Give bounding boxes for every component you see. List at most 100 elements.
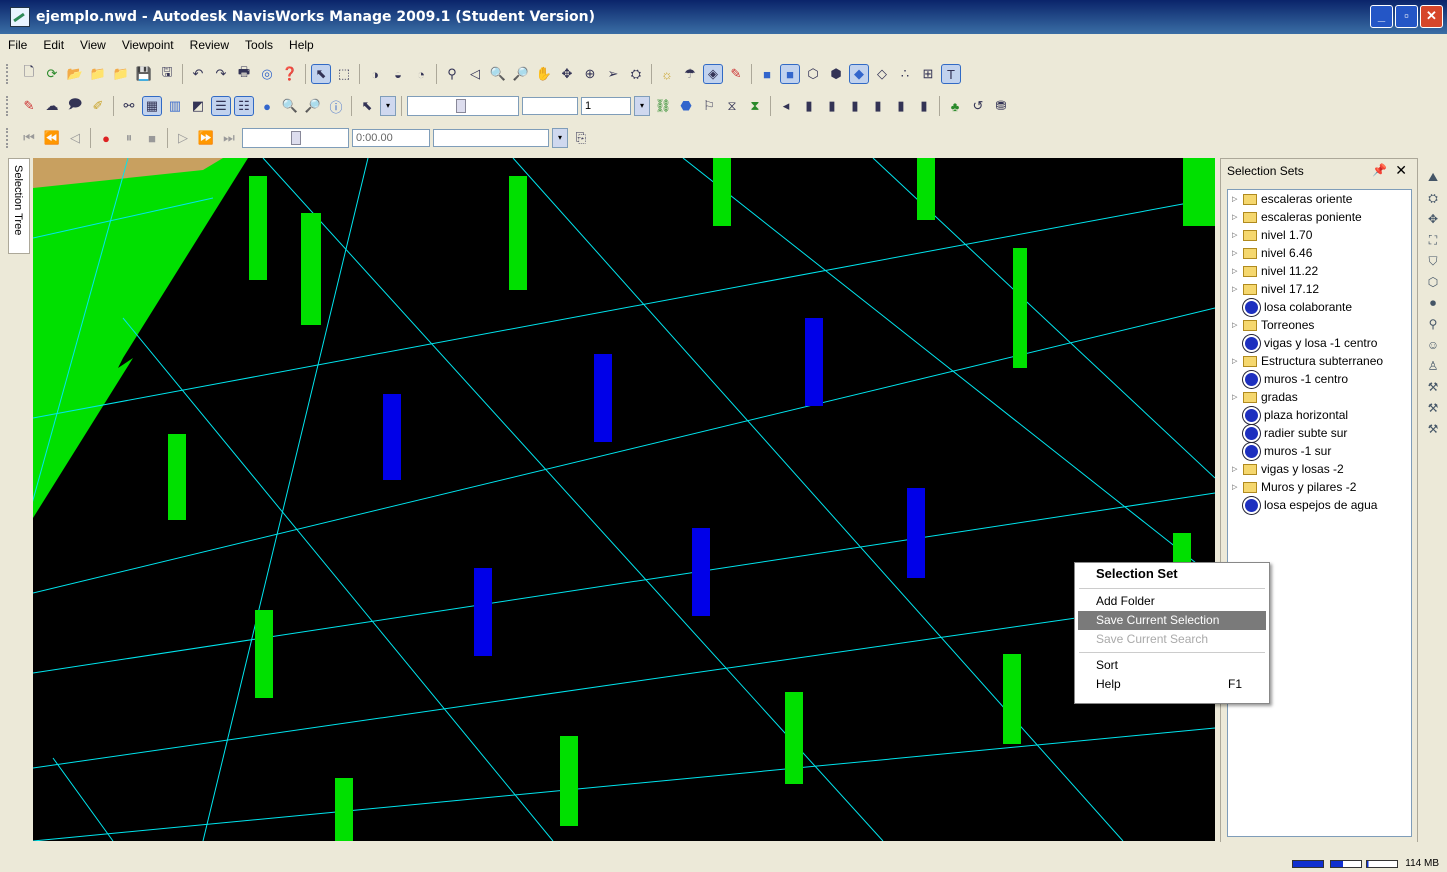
require-icon[interactable]: ◒ xyxy=(388,64,408,84)
selection-sets-icon[interactable]: ▦ xyxy=(142,96,162,116)
camera-icon[interactable]: ⎘ xyxy=(571,128,591,148)
pin-icon[interactable]: 📌 xyxy=(1372,163,1387,177)
collision-icon[interactable]: ↺ xyxy=(968,96,988,116)
selection-set-item[interactable]: ▷ gradas xyxy=(1228,388,1411,406)
selection-set-item[interactable]: ▷ vigas y losas -2 xyxy=(1228,460,1411,478)
select-mode-dropdown[interactable]: ▾ xyxy=(380,96,396,116)
selection-inspector-icon[interactable]: ▥ xyxy=(165,96,185,116)
expand-icon[interactable]: ▷ xyxy=(1232,465,1240,473)
surfaces-icon[interactable]: ◆ xyxy=(849,64,869,84)
record-icon[interactable]: ● xyxy=(96,128,116,148)
lighting-icon[interactable]: ☼ xyxy=(657,64,677,84)
turntable-icon[interactable]: ⛭ xyxy=(626,64,646,84)
expand-icon[interactable]: ▷ xyxy=(1232,285,1240,293)
floor-view-icon[interactable]: ▮ xyxy=(845,96,865,116)
comments-icon[interactable]: ● xyxy=(257,96,277,116)
expand-icon[interactable]: ▷ xyxy=(1232,267,1240,275)
points-icon[interactable]: ∴ xyxy=(895,64,915,84)
side-view-icon[interactable]: ▮ xyxy=(891,96,911,116)
expand-icon[interactable]: ▷ xyxy=(1232,483,1240,491)
select-box-icon[interactable]: ⬚ xyxy=(334,64,354,84)
menu-help[interactable]: Help xyxy=(281,38,322,52)
selection-set-item[interactable]: ▷ Muros y pilares -2 xyxy=(1228,478,1411,496)
undo-icon[interactable]: ↶ xyxy=(188,64,208,84)
section-icon[interactable]: ◂ xyxy=(776,96,796,116)
ceiling-view-icon[interactable]: ▮ xyxy=(868,96,888,116)
hide-icon[interactable]: ◑ xyxy=(365,64,385,84)
selection-set-item[interactable]: plaza horizontal xyxy=(1228,406,1411,424)
refresh-icon[interactable]: ⟳ xyxy=(42,64,62,84)
save-current-selection-item[interactable]: Save Current Selection xyxy=(1078,611,1266,630)
timeliner-dock-icon[interactable]: ⚒ xyxy=(1424,401,1442,415)
merge-folder-icon[interactable]: 📁 xyxy=(88,64,108,84)
help-item[interactable]: Help F1 xyxy=(1075,675,1269,694)
select-mode-icon[interactable]: ⬉ xyxy=(357,96,377,116)
full-render-icon[interactable]: ■ xyxy=(757,64,777,84)
hidden-line-icon[interactable]: ⬢ xyxy=(826,64,846,84)
selection-set-item[interactable]: muros -1 centro xyxy=(1228,370,1411,388)
text-icon[interactable]: T xyxy=(941,64,961,84)
animator-dock-icon[interactable]: ⚒ xyxy=(1424,422,1442,436)
expand-icon[interactable]: ▷ xyxy=(1232,231,1240,239)
animation-combo[interactable] xyxy=(433,129,549,147)
clash-icon[interactable]: ⬣ xyxy=(676,96,696,116)
rewind-icon[interactable]: ⏮ xyxy=(19,128,39,148)
play-icon[interactable]: ▷ xyxy=(173,128,193,148)
close-button[interactable]: ✕ xyxy=(1420,5,1443,28)
lines-icon[interactable]: ◇ xyxy=(872,64,892,84)
shaded-icon[interactable]: ■ xyxy=(780,64,800,84)
stop-icon[interactable]: ■ xyxy=(142,128,162,148)
playback-slider[interactable] xyxy=(242,128,349,148)
find-items-icon[interactable]: ☰ xyxy=(211,96,231,116)
selection-set-item[interactable]: ▷ escaleras poniente xyxy=(1228,208,1411,226)
sort-item[interactable]: Sort xyxy=(1075,656,1269,675)
zoom-box-icon[interactable]: 🔎 xyxy=(511,64,531,84)
menu-file[interactable]: File xyxy=(0,38,35,52)
properties-icon[interactable]: ☷ xyxy=(234,96,254,116)
navigation-icon[interactable]: ⛰ xyxy=(1424,170,1442,184)
comment-icon[interactable]: 🗩 xyxy=(65,96,85,116)
selection-set-item[interactable]: ▷ nivel 17.12 xyxy=(1228,280,1411,298)
transparency-slider[interactable] xyxy=(407,96,519,116)
user-dock-icon[interactable]: ♙ xyxy=(1424,359,1442,373)
redline-pen-icon[interactable]: ✎ xyxy=(19,96,39,116)
info-icon[interactable]: ⓘ xyxy=(326,96,346,116)
examine-icon[interactable]: ⊕ xyxy=(580,64,600,84)
menu-review[interactable]: Review xyxy=(182,38,237,52)
value-field[interactable] xyxy=(522,97,578,115)
zoom-combo-input[interactable]: 1 xyxy=(581,97,631,115)
3d-viewport[interactable] xyxy=(33,158,1215,841)
headlight-icon[interactable]: ☂ xyxy=(680,64,700,84)
pause-icon[interactable]: ⏸ xyxy=(119,128,139,148)
save-icon[interactable]: 💾 xyxy=(134,64,154,84)
zoom-icon[interactable]: 🔍 xyxy=(488,64,508,84)
expand-icon[interactable]: ▷ xyxy=(1232,357,1240,365)
timeliner-icon[interactable]: ⧖ xyxy=(722,96,742,116)
fly-icon[interactable]: ➢ xyxy=(603,64,623,84)
find-comments-icon[interactable]: 🔍 xyxy=(280,96,300,116)
gravity-icon[interactable]: ♣ xyxy=(945,96,965,116)
snap-points-icon[interactable]: ⊞ xyxy=(918,64,938,84)
add-folder-item[interactable]: Add Folder xyxy=(1075,592,1269,611)
selection-set-item[interactable]: losa espejos de agua xyxy=(1228,496,1411,514)
person-view-icon[interactable]: ▮ xyxy=(822,96,842,116)
selection-set-item[interactable]: ▷ nivel 6.46 xyxy=(1228,244,1411,262)
binoculars-icon[interactable]: ⚯ xyxy=(119,96,139,116)
panel-close-icon[interactable]: ✕ xyxy=(1395,162,1407,179)
help-icon[interactable]: ❓ xyxy=(280,64,300,84)
light-dock-icon[interactable]: ⏺ xyxy=(1424,296,1442,310)
redo-icon[interactable]: ↷ xyxy=(211,64,231,84)
render-style-icon[interactable]: ◈ xyxy=(703,64,723,84)
animator-icon[interactable]: ⚐ xyxy=(699,96,719,116)
new-file-icon[interactable]: 🗋 xyxy=(19,64,39,84)
toolbar-grip[interactable] xyxy=(6,128,12,148)
selection-set-item[interactable]: losa colaborante xyxy=(1228,298,1411,316)
selection-set-item[interactable]: ▷ Torreones xyxy=(1228,316,1411,334)
expand-icon[interactable]: ▷ xyxy=(1232,393,1240,401)
clash-dock-icon[interactable]: ⚒ xyxy=(1424,380,1442,394)
selection-set-item[interactable]: vigas y losa -1 centro xyxy=(1228,334,1411,352)
print-icon[interactable]: 🖶 xyxy=(234,64,254,84)
step-forward-icon[interactable]: ⏩ xyxy=(196,128,216,148)
person-dock-icon[interactable]: ⚲ xyxy=(1424,317,1442,331)
zoom-combo-dropdown[interactable]: ▾ xyxy=(634,96,650,116)
